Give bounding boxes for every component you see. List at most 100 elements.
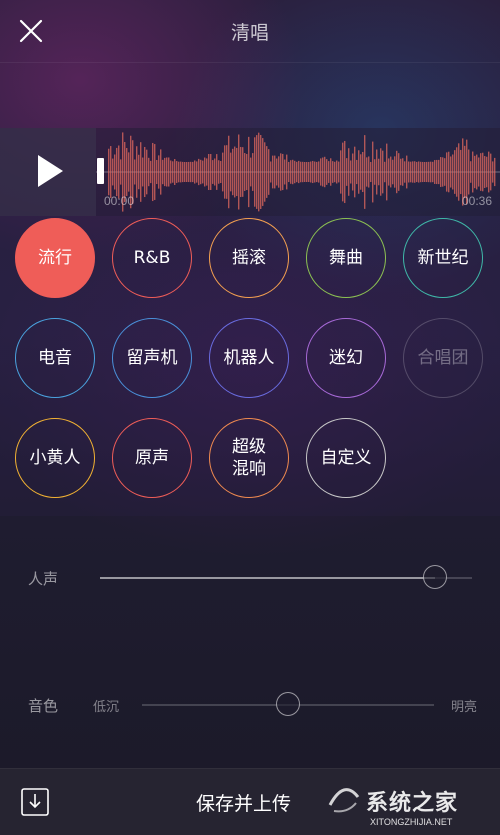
waveform-bar [366, 157, 368, 187]
effect-button[interactable]: 电音 [15, 318, 95, 398]
waveform-bar [492, 161, 494, 183]
waveform-bar [200, 159, 202, 185]
effect-button[interactable]: 合唱团 [403, 318, 483, 398]
waveform-bar [354, 146, 356, 198]
waveform-bar [468, 149, 470, 195]
effect-button[interactable]: 迷幻 [306, 318, 386, 398]
waveform-bar [192, 161, 194, 183]
waveform-bar [214, 158, 216, 186]
waveform[interactable] [96, 128, 500, 216]
download-icon[interactable] [20, 787, 50, 817]
waveform-bar [368, 156, 370, 188]
waveform-bar [444, 158, 446, 186]
waveform-bar [356, 159, 358, 185]
waveform-bar [270, 161, 272, 183]
waveform-bar [268, 149, 270, 195]
waveform-bar [404, 161, 406, 183]
waveform-bar [310, 161, 312, 183]
effect-button[interactable]: 流行 [15, 218, 95, 298]
waveform-bar [478, 157, 480, 187]
timbre-slider-knob[interactable] [276, 692, 300, 716]
effect-label: 机器人 [223, 348, 275, 368]
effect-button[interactable]: R&B [112, 218, 192, 298]
waveform-bar [380, 148, 382, 196]
waveform-bar [118, 145, 120, 199]
playhead-handle[interactable] [97, 158, 104, 184]
effect-button[interactable]: 摇滚 [209, 218, 289, 298]
waveform-bar [408, 161, 410, 183]
waveform-bar [224, 145, 226, 199]
waveform-bar [194, 160, 196, 184]
waveform-bar [432, 161, 434, 183]
vocal-slider-knob[interactable] [422, 565, 447, 589]
waveform-bar [254, 137, 256, 207]
timbre-slider[interactable] [142, 692, 434, 716]
waveform-bar [152, 142, 154, 202]
save-upload-button[interactable]: 保存并上传 [196, 789, 291, 816]
time-end: 00:36 [461, 194, 492, 208]
waveform-bar [290, 160, 292, 184]
effect-button[interactable]: 舞曲 [306, 218, 386, 298]
vocal-slider[interactable] [100, 565, 472, 589]
waveform-bar [136, 146, 138, 198]
effect-button[interactable]: 机器人 [209, 318, 289, 398]
waveform-bar [360, 154, 362, 190]
waveform-bar [416, 161, 418, 183]
effect-button[interactable]: 原声 [112, 418, 192, 498]
waveform-bar [222, 152, 224, 192]
waveform-bar [406, 155, 408, 189]
play-icon [38, 155, 63, 187]
waveform-bar [260, 135, 262, 209]
waveform-bar [474, 155, 476, 189]
effect-label: 舞曲 [329, 248, 363, 268]
waveform-bar [426, 161, 428, 183]
waveform-bar [470, 161, 472, 183]
effect-button[interactable]: 新世纪 [403, 218, 483, 298]
effect-label: 留声机 [126, 348, 178, 368]
waveform-bar [238, 134, 240, 210]
waveform-bar [140, 142, 142, 202]
waveform-bar [120, 159, 122, 185]
effects-grid: 流行 R&B 摇滚 舞曲 新世纪电音 留声机 机器人 迷幻 合唱团小黄人 原声 超级 混响 自定义 [0, 216, 500, 516]
waveform-bar [232, 148, 234, 196]
waveform-bar [252, 153, 254, 191]
waveform-bar [218, 160, 220, 184]
waveform-bar [168, 157, 170, 187]
waveform-bar [420, 161, 422, 183]
waveform-bar [134, 159, 136, 185]
waveform-bar [342, 142, 344, 202]
waveform-bar [112, 158, 114, 186]
waveform-bar [422, 161, 424, 183]
waveform-bar [170, 160, 172, 184]
waveform-bar [370, 161, 372, 183]
waveform-bar [272, 155, 274, 189]
waveform-bar [184, 161, 186, 183]
waveform-bar [244, 153, 246, 191]
waveform-bar [266, 146, 268, 198]
waveform-bar [300, 161, 302, 183]
waveform-bar [494, 157, 496, 187]
waveform-bar [280, 153, 282, 191]
waveform-bar [154, 144, 156, 200]
waveform-bar [488, 151, 490, 193]
waveform-bar [128, 152, 130, 192]
waveform-bar [434, 160, 436, 184]
waveform-player[interactable]: 00:00 00:36 [0, 128, 500, 216]
timbre-high-label: 明亮 [451, 700, 478, 715]
waveform-bar [226, 145, 228, 199]
effect-button[interactable]: 超级 混响 [209, 418, 289, 498]
waveform-bar [396, 150, 398, 194]
play-button[interactable] [0, 128, 96, 216]
effect-button[interactable]: 自定义 [306, 418, 386, 498]
waveform-bar [142, 157, 144, 187]
waveform-bar [348, 148, 350, 196]
waveform-bar [412, 161, 414, 183]
effect-button[interactable]: 留声机 [112, 318, 192, 398]
waveform-bar [456, 147, 458, 197]
waveform-bar [210, 154, 212, 190]
waveform-bar [442, 157, 444, 187]
waveform-bar [242, 147, 244, 197]
waveform-bar [292, 159, 294, 185]
waveform-bar [320, 158, 322, 186]
effect-button[interactable]: 小黄人 [15, 418, 95, 498]
